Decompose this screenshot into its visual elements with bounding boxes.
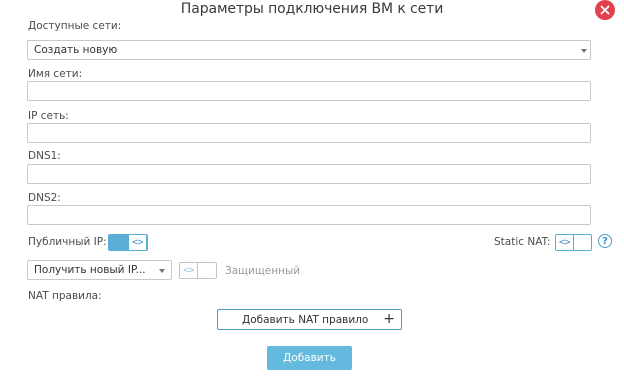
static-nat-toggle[interactable]: <> [555,234,592,251]
dialog-title: Параметры подключения ВМ к сети [180,1,444,17]
dns2-label: DNS2: [28,192,61,204]
toggle-arrows-icon: <> [180,263,198,278]
network-name-label: Имя сети: [28,68,83,80]
available-networks-select[interactable]: Создать новую [27,40,591,60]
chevron-down-icon [159,269,165,273]
public-ip-toggle[interactable]: <> [108,234,148,251]
chevron-down-icon [581,49,587,53]
network-name-input[interactable] [27,81,591,101]
submit-button[interactable]: Добавить [267,346,352,370]
nat-rules-label: NAT правила: [28,290,102,302]
available-networks-value: Создать новую [34,44,118,56]
dns2-input[interactable] [27,205,591,225]
ip-network-label: IP сеть: [28,110,69,122]
add-nat-rule-button[interactable]: Добавить NAT правило + [217,309,402,330]
plus-icon: + [383,311,395,327]
toggle-arrows-icon: <> [128,235,147,250]
static-nat-label: Static NAT: [494,236,551,248]
dns1-input[interactable] [27,164,591,184]
close-button[interactable] [595,0,615,20]
help-icon[interactable]: ? [598,234,612,248]
dns1-label: DNS1: [28,150,61,162]
ip-mode-value: Получить новый IP... [34,264,146,276]
protected-label: Защищенный [225,265,301,277]
public-ip-label: Публичный IP: [28,236,107,248]
add-nat-rule-label: Добавить NAT правило [242,314,369,326]
protected-toggle[interactable]: <> [179,262,217,279]
available-networks-label: Доступные сети: [28,20,122,32]
close-icon [600,5,610,15]
ip-mode-select[interactable]: Получить новый IP... [27,260,172,280]
toggle-arrows-icon: <> [556,235,574,250]
ip-network-input[interactable] [27,123,591,143]
